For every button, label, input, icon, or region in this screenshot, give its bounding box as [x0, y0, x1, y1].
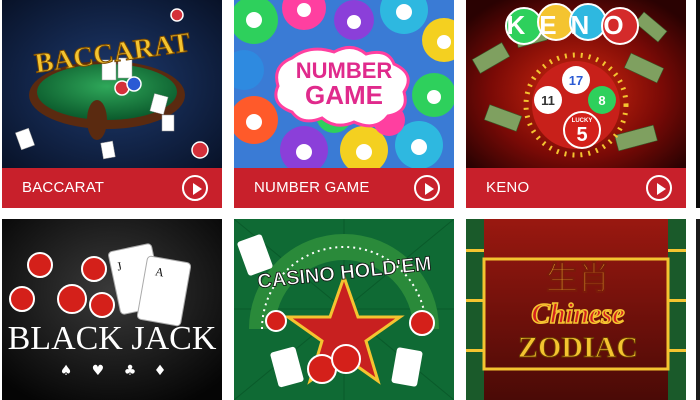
- blackjack-thumbnail[interactable]: J A BLACK JACK ♠ ♥ ♣ ♦: [2, 219, 222, 400]
- chinese-zodiac-thumbnail[interactable]: 生肖 Chinese ZODIAC: [466, 219, 686, 400]
- chinese-zodiac-logo-line1: Chinese: [531, 299, 624, 330]
- number-game-bar[interactable]: NUMBER GAME: [234, 168, 454, 208]
- blackjack-logo: BLACK JACK: [8, 320, 217, 357]
- game-card-baccarat[interactable]: BACCARAT BACCARAT: [2, 0, 222, 208]
- keno-ball-4: 8: [598, 93, 605, 108]
- svg-text:♠: ♠: [60, 363, 73, 379]
- keno-bar[interactable]: KENO: [466, 168, 686, 208]
- keno-thumbnail[interactable]: 17 11 8 LUCKY 5 KENO: [466, 0, 686, 168]
- number-game-logo-line2: GAME: [305, 80, 383, 110]
- game-card-number-game[interactable]: NUMBER GAME NUMBER GAME: [234, 0, 454, 208]
- play-icon[interactable]: [646, 175, 672, 201]
- keno-ball-1: 17: [569, 73, 583, 88]
- baccarat-bar[interactable]: BACCARAT: [2, 168, 222, 208]
- game-card-chinese-zodiac[interactable]: 生肖 Chinese ZODIAC: [466, 219, 686, 400]
- game-label-baccarat: BACCARAT: [22, 179, 105, 196]
- keno-ball-2: 11: [541, 93, 555, 108]
- next-card-peek: [696, 0, 700, 208]
- chinese-zodiac-logo-chinese: 生肖: [546, 259, 610, 297]
- svg-text:♦: ♦: [154, 363, 167, 379]
- play-icon[interactable]: [414, 175, 440, 201]
- game-card-casino-holdem[interactable]: CASINO HOLD'EM: [234, 219, 454, 400]
- number-game-thumbnail[interactable]: NUMBER GAME: [234, 0, 454, 168]
- svg-text:♣: ♣: [124, 363, 137, 379]
- play-icon[interactable]: [182, 175, 208, 201]
- svg-text:♥: ♥: [92, 363, 105, 379]
- chinese-zodiac-logo-line2: ZODIAC: [518, 331, 638, 364]
- keno-logo: KENO: [506, 10, 637, 40]
- baccarat-thumbnail[interactable]: BACCARAT: [2, 0, 222, 168]
- game-card-blackjack[interactable]: J A BLACK JACK ♠ ♥ ♣ ♦: [2, 219, 222, 400]
- game-label-number-game: NUMBER GAME: [254, 179, 370, 196]
- casino-holdem-thumbnail[interactable]: CASINO HOLD'EM: [234, 219, 454, 400]
- keno-ball-3: 5: [576, 124, 587, 146]
- next-card-peek-row2: [696, 219, 700, 400]
- game-card-keno[interactable]: 17 11 8 LUCKY 5 KENO KENO: [466, 0, 686, 208]
- game-label-keno: KENO: [486, 179, 530, 196]
